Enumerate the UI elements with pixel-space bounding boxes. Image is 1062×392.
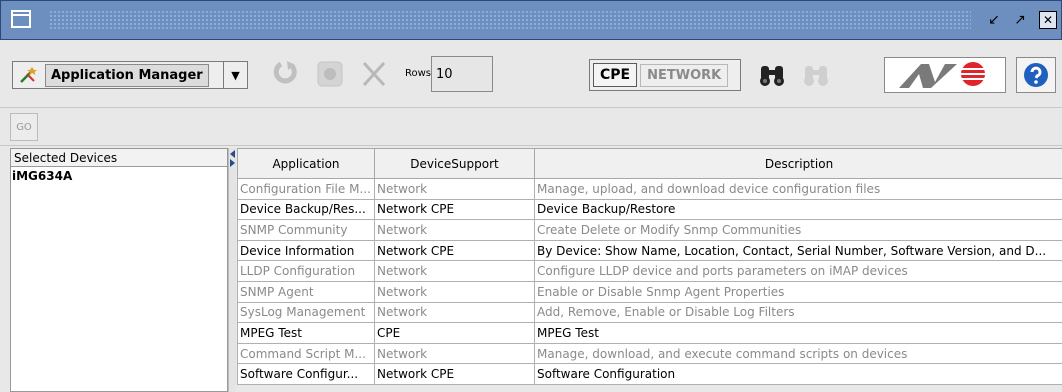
cell-devicesupport: Network — [374, 301, 535, 324]
go-button[interactable]: GO — [10, 113, 38, 141]
cell-description: Create Delete or Modify Snmp Communities — [534, 219, 1062, 241]
column-header-application[interactable]: Application — [237, 148, 375, 179]
table-header-row: Application DeviceSupport Description — [237, 148, 1062, 179]
collapse-right-icon[interactable] — [230, 159, 235, 167]
cell-description: Enable or Disable Snmp Agent Properties — [534, 280, 1062, 303]
table-row[interactable]: Configuration File M... Network Manage, up… — [237, 178, 1062, 200]
table-row[interactable]: SysLog Management Network Add, Remove, Ena… — [237, 301, 1062, 324]
cell-application: SysLog Management — [237, 301, 375, 324]
cell-devicesupport: Network CPE — [374, 198, 535, 221]
cell-devicesupport: Network CPE — [374, 363, 535, 385]
cell-devicesupport: CPE — [374, 322, 535, 344]
column-header-devicesupport[interactable]: DeviceSupport — [374, 148, 535, 179]
cell-description: MPEG Test — [534, 322, 1062, 344]
cell-devicesupport: Network — [374, 219, 535, 241]
selected-devices-panel: Selected Devices iMG634A — [10, 148, 228, 392]
minimize-icon[interactable]: ↙ — [985, 11, 1003, 29]
cell-devicesupport: Network — [374, 178, 535, 200]
rows-input[interactable]: 10 — [431, 56, 493, 92]
cell-application: MPEG Test — [237, 322, 375, 344]
collapse-left-icon[interactable] — [230, 150, 235, 158]
cell-description: Software Configuration — [534, 363, 1062, 385]
cell-devicesupport: Network — [374, 260, 535, 282]
restore-icon[interactable]: ↗ — [1011, 11, 1029, 29]
table-row[interactable]: SNMP Agent Network Enable or Disable Snmp … — [237, 280, 1062, 303]
cell-application: SNMP Agent — [237, 280, 375, 303]
company-logo — [884, 57, 1006, 93]
application-selector[interactable]: Application Manager ▼ — [12, 61, 248, 89]
device-type-toggle: CPE NETWORK — [589, 59, 741, 91]
toggle-network[interactable]: NETWORK — [640, 63, 729, 87]
rows-label: Rows — [405, 68, 432, 79]
table-row[interactable]: Device Information Network CPE By Device: … — [237, 239, 1062, 262]
cell-description: Device Backup/Restore — [534, 198, 1062, 221]
delete-icon[interactable] — [356, 56, 392, 92]
cell-description: Manage, upload, and download device conf… — [534, 178, 1062, 200]
cell-devicesupport: Network CPE — [374, 239, 535, 262]
cell-application: SNMP Community — [237, 219, 375, 241]
toolbar: Application Manager ▼ Rows 10 CPE NETWOR… — [0, 40, 1062, 108]
titlebar-pattern — [49, 10, 971, 30]
column-header-description[interactable]: Description — [534, 148, 1062, 179]
split-pane-divider[interactable] — [228, 148, 236, 392]
cell-description: By Device: Show Name, Location, Contact,… — [534, 239, 1062, 262]
cell-application: Command Script M... — [237, 342, 375, 365]
selected-devices-header: Selected Devices — [11, 149, 227, 167]
cell-description: Add, Remove, Enable or Disable Log Filte… — [534, 301, 1062, 324]
cell-application: Configuration File M... — [237, 178, 375, 200]
close-icon[interactable]: ✕ — [1039, 11, 1057, 29]
table-row[interactable]: SNMP Community Network Create Delete or Mo… — [237, 219, 1062, 241]
binoculars-disabled-icon[interactable] — [798, 57, 834, 93]
application-selector-label: Application Manager — [45, 63, 209, 87]
window-icon — [11, 10, 31, 28]
window-titlebar: ↙ ↗ ✕ — [0, 0, 1062, 40]
table-row[interactable]: LLDP Configuration Network Configure LLDP … — [237, 260, 1062, 282]
cell-devicesupport: Network — [374, 280, 535, 303]
toggle-cpe[interactable]: CPE — [593, 63, 638, 87]
cell-description: Manage, download, and execute command sc… — [534, 342, 1062, 365]
stop-icon[interactable] — [312, 56, 348, 92]
wand-icon — [13, 62, 43, 88]
applications-table: Application DeviceSupport Description Co… — [236, 148, 1062, 392]
table-row[interactable]: MPEG Test CPE MPEG Test — [237, 322, 1062, 344]
help-icon[interactable] — [1016, 57, 1056, 93]
chevron-down-icon[interactable]: ▼ — [223, 62, 247, 88]
go-row: GO — [0, 108, 1062, 146]
binoculars-icon[interactable] — [754, 57, 790, 93]
cell-application: Software Configur... — [237, 363, 375, 385]
table-row[interactable]: Command Script M... Network Manage, downlo… — [237, 342, 1062, 365]
cell-application: LLDP Configuration — [237, 260, 375, 282]
table-row[interactable]: Device Backup/Res... Network CPE Device Ba… — [237, 198, 1062, 221]
refresh-icon[interactable] — [268, 56, 304, 92]
device-list-item[interactable]: iMG634A — [11, 167, 227, 185]
cell-devicesupport: Network — [374, 342, 535, 365]
cell-description: Configure LLDP device and ports paramete… — [534, 260, 1062, 282]
table-row[interactable]: Software Configur... Network CPE Software … — [237, 363, 1062, 385]
cell-application: Device Backup/Res... — [237, 198, 375, 221]
cell-application: Device Information — [237, 239, 375, 262]
